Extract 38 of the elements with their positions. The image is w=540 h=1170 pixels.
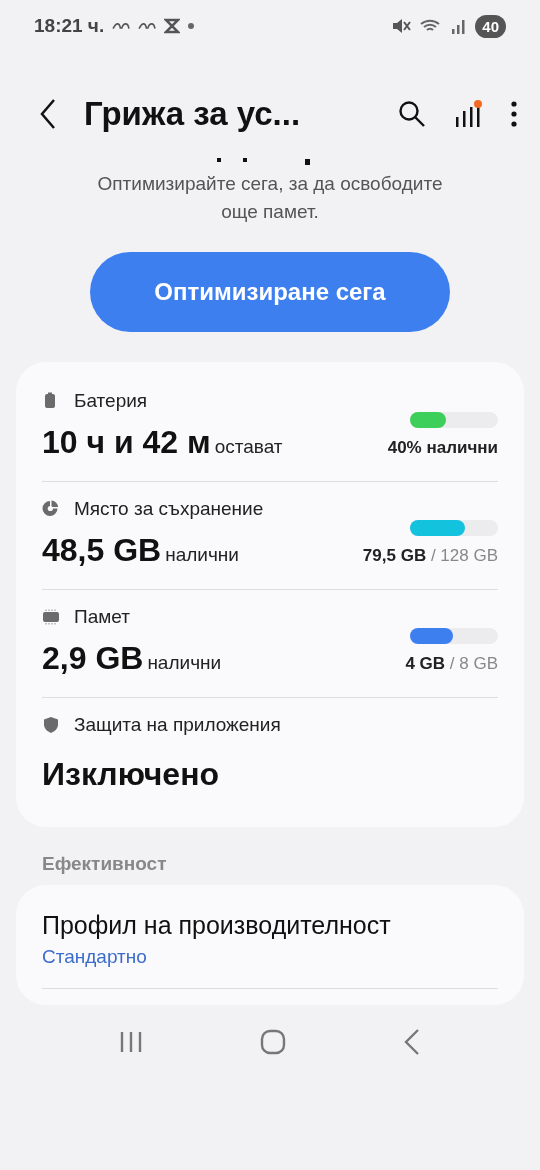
back-icon[interactable] [38, 98, 58, 130]
item-reading: 40% налични [387, 437, 498, 458]
recent-apps-icon[interactable] [118, 1030, 144, 1054]
setting-title[interactable]: Профил на производителност [42, 911, 498, 940]
battery-level: 40 [475, 14, 506, 38]
home-icon[interactable] [260, 1029, 286, 1055]
item-unit: налични [165, 544, 239, 565]
item-reading: 4 GB / 8 GB [405, 653, 498, 674]
item-unit: остават [214, 436, 283, 457]
item-label: Памет [74, 606, 130, 628]
mute-icon [391, 17, 412, 35]
back-nav-icon[interactable] [402, 1028, 422, 1056]
item-value: 48,5 GB [42, 532, 162, 568]
status-time: 18:21 ч. [34, 15, 105, 37]
item-value: 10 ч и 42 м [42, 424, 211, 460]
item-value: 2,9 GB [42, 640, 144, 676]
setting-value: Стандартно [42, 946, 498, 989]
more-icon[interactable] [510, 100, 518, 128]
section-title: Ефективност [42, 853, 168, 875]
dot-icon [188, 23, 195, 29]
notification-icon [112, 21, 131, 31]
search-icon[interactable] [398, 100, 426, 128]
pie-chart-icon [42, 500, 60, 518]
page-title: Грижа за ус... [84, 95, 302, 133]
chart-bars-icon[interactable] [454, 99, 482, 129]
item-label: Батерия [74, 390, 148, 412]
item-unit: налични [147, 652, 222, 673]
signal-icon [451, 17, 468, 35]
notification-icon [138, 21, 157, 31]
shield-icon [42, 716, 60, 734]
item-value: Изключено [42, 756, 220, 794]
optimize-button[interactable]: Оптимизиране сега [90, 252, 450, 332]
item-reading: 79,5 GB / 128 GB [362, 545, 498, 566]
intro-text: Оптимизирайте сега, за да освободите още памет. [96, 172, 444, 224]
item-label: Място за съхранение [74, 498, 264, 520]
item-label: Защита на приложения [74, 714, 281, 736]
hourglass-icon [164, 18, 181, 34]
chip-icon [42, 608, 60, 626]
